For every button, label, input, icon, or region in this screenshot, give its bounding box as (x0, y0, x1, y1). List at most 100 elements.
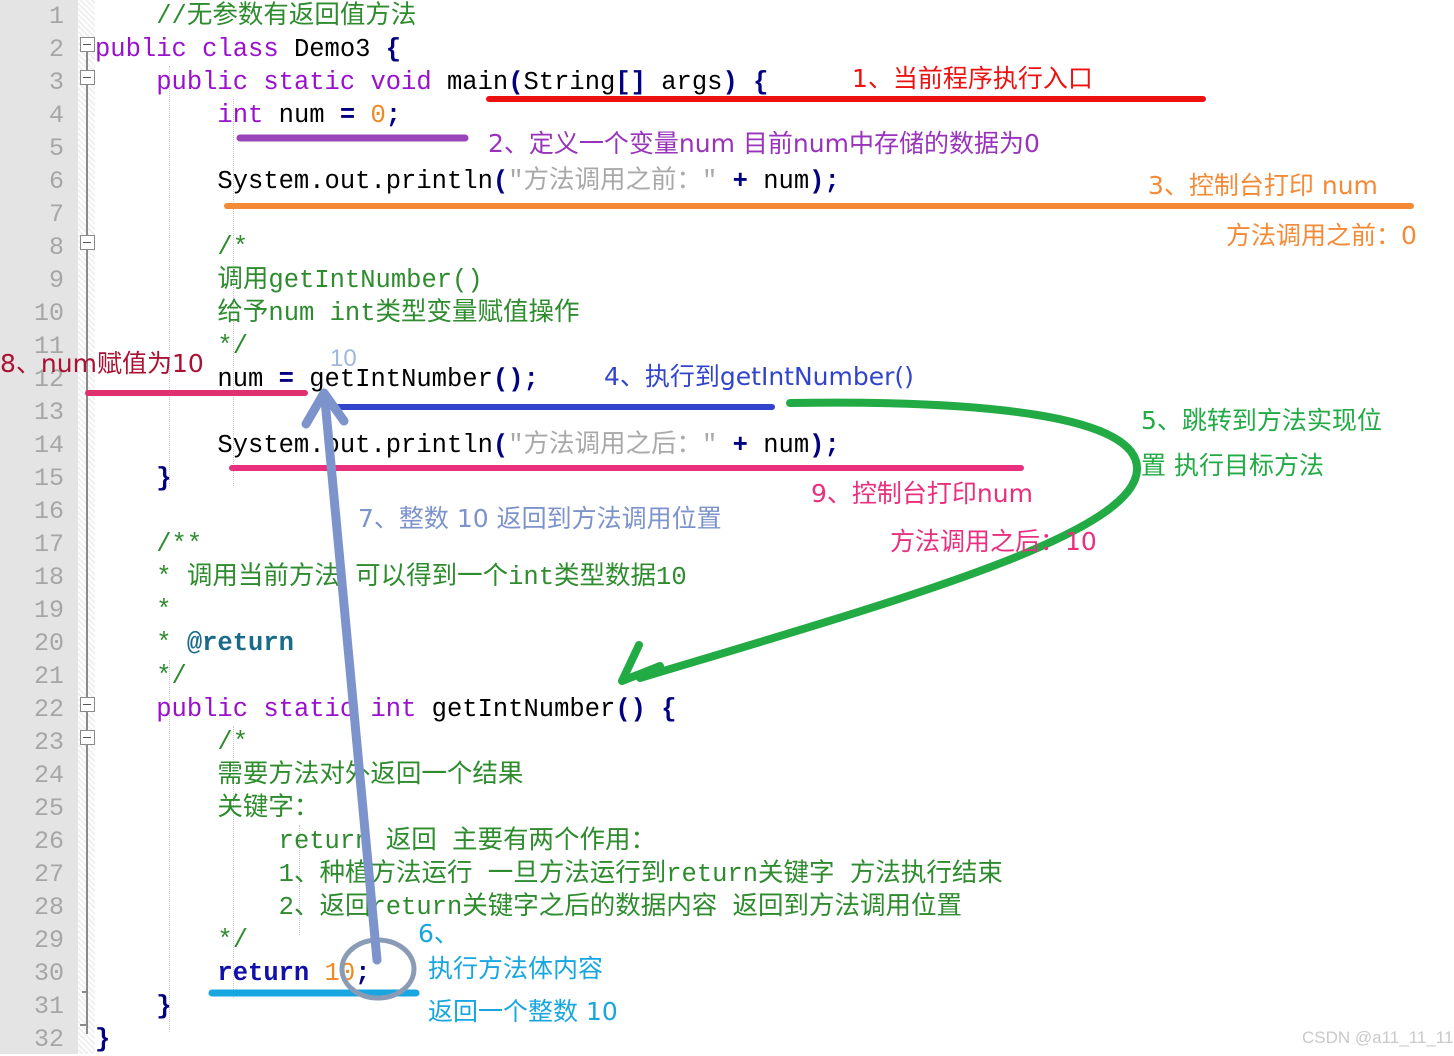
code-token: "方法调用之后：" (508, 431, 718, 460)
line-number: 3 (48, 68, 64, 97)
code-token: * 调用当前方法 可以得到一个int类型数据10 (156, 563, 687, 592)
code-token: { (753, 68, 769, 97)
annotation-step-5-line-2: 置 执行目标方法 (1141, 451, 1324, 480)
code-line[interactable]: */ (95, 660, 1003, 693)
code-line[interactable]: 1、种植方法运行 一旦方法运行到return关键字 方法执行结束 (95, 858, 1003, 891)
code-line[interactable]: 调用getIntNumber() (95, 264, 1003, 297)
fold-toggle-main[interactable] (80, 70, 95, 85)
code-line[interactable]: //无参数有返回值方法 (95, 0, 1003, 33)
code-token: num (747, 431, 810, 460)
annotation-step-3: 3、控制台打印 num (1148, 171, 1378, 200)
line-number: 25 (33, 794, 64, 823)
code-line[interactable]: * 调用当前方法 可以得到一个int类型数据10 (95, 561, 1003, 594)
line-number: 10 (33, 299, 64, 328)
code-token: () (615, 695, 646, 724)
inline-value-hint: 10 (330, 345, 357, 372)
code-fold-rail (86, 44, 88, 1034)
line-number: 19 (33, 596, 64, 625)
fold-toggle-class[interactable] (80, 37, 95, 52)
code-token: ; (523, 365, 539, 394)
code-line[interactable]: 关键字： (95, 792, 1003, 825)
code-token: */ (217, 926, 249, 955)
code-token: num (217, 365, 279, 394)
code-line[interactable]: * (95, 594, 1003, 627)
code-token: = (278, 365, 294, 394)
code-token: ) (809, 431, 825, 460)
code-token: public class (95, 35, 294, 64)
code-line[interactable]: * @return (95, 627, 1003, 660)
code-line[interactable]: int num = 0; (95, 99, 1003, 132)
line-number: 31 (33, 992, 64, 1021)
code-token: } (156, 992, 172, 1021)
code-line[interactable]: */ (95, 924, 1003, 957)
line-number: 29 (33, 926, 64, 955)
code-line[interactable]: return 返回 主要有两个作用： (95, 825, 1003, 858)
code-line[interactable]: System.out.println("方法调用之后：" + num); (95, 429, 1003, 462)
code-token: public static int (156, 695, 432, 724)
line-number: 16 (33, 497, 64, 526)
line-number: 17 (33, 530, 64, 559)
code-token: } (95, 1025, 111, 1054)
code-line[interactable]: 2、返回return关键字之后的数据内容 返回到方法调用位置 (95, 891, 1003, 924)
line-number: 2 (48, 35, 64, 64)
annotation-step-6-line-3: 返回一个整数 10 (428, 997, 618, 1026)
code-line[interactable]: /* (95, 726, 1003, 759)
code-token: num (747, 167, 810, 196)
line-number: 6 (48, 167, 64, 196)
line-number: 22 (33, 695, 64, 724)
code-token: * (156, 629, 187, 658)
code-line[interactable]: } (95, 1023, 1003, 1056)
code-token: return (217, 959, 325, 988)
code-token: String (523, 68, 616, 97)
line-number: 27 (33, 860, 64, 889)
fold-toggle-method[interactable] (80, 697, 95, 712)
code-token: ) (722, 68, 738, 97)
line-number: 26 (33, 827, 64, 856)
code-line[interactable]: System.out.println("方法调用之前：" + num); (95, 165, 1003, 198)
code-token: } (156, 464, 172, 493)
line-number: 18 (33, 563, 64, 592)
watermark: CSDN @a11_11_11 (1302, 1028, 1454, 1047)
code-token: 调用getIntNumber() (217, 266, 483, 295)
code-line[interactable]: public class Demo3 { (95, 33, 1003, 66)
fold-rail-end-inner (82, 991, 88, 993)
code-token: /* (217, 728, 249, 757)
line-number-list: 1 2 3 4 5 6 7 8 9 10 11 12 13 14 15 16 17 18 19 20 21 22 23 24 2… (0, 0, 72, 1056)
code-line[interactable]: /* (95, 231, 1003, 264)
code-line[interactable]: */ (95, 330, 1003, 363)
line-number: 24 (33, 761, 64, 790)
code-line[interactable]: 给予num int类型变量赋值操作 (95, 297, 1003, 330)
code-token: getIntNumber (293, 365, 493, 394)
code-line[interactable]: public static int getIntNumber() { (95, 693, 1003, 726)
code-line[interactable]: 需要方法对外返回一个结果 (95, 759, 1003, 792)
code-token: */ (217, 332, 249, 361)
code-line[interactable] (95, 396, 1003, 429)
code-token: @return (186, 629, 294, 658)
code-editor[interactable]: 1 2 3 4 5 6 7 8 9 10 11 12 13 14 15 16 17 18 19 20 21 22 23 24 2… (0, 0, 1454, 1054)
code-line[interactable] (95, 198, 1003, 231)
code-token: /* (217, 233, 249, 262)
fold-toggle-comment-2[interactable] (80, 730, 95, 745)
code-token: ( (492, 431, 509, 460)
code-token: args (645, 68, 723, 97)
line-number: 23 (33, 728, 64, 757)
fold-toggle-comment-1[interactable] (80, 235, 95, 250)
